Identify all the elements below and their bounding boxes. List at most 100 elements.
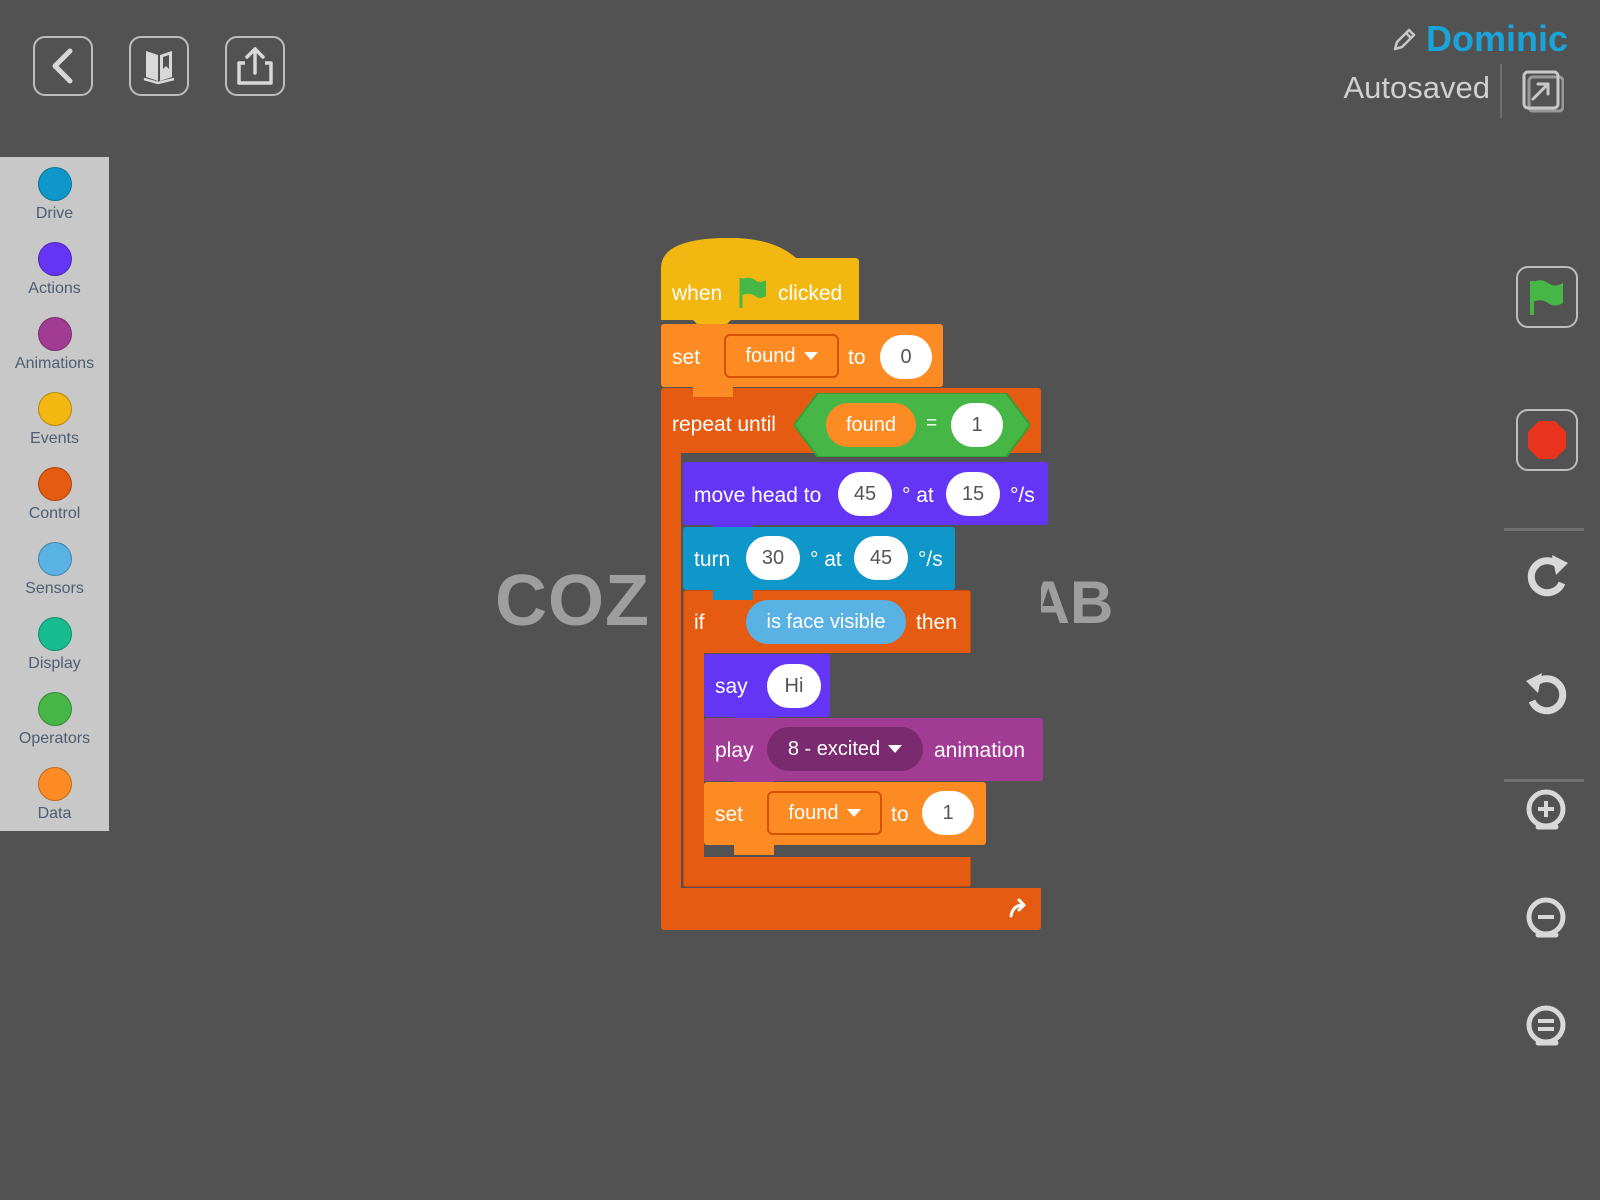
category-label: Operators <box>18 730 91 747</box>
undo-icon <box>1526 673 1567 715</box>
category-events[interactable]: Events <box>0 392 109 448</box>
category-dot <box>37 392 72 426</box>
repeat-value-input[interactable]: 1 <box>951 403 1003 447</box>
zoom-reset-icon <box>1526 1005 1566 1046</box>
deg-at-label: ° at <box>902 484 934 507</box>
category-label: Control <box>28 505 81 522</box>
found-variable-reporter[interactable]: found <box>826 403 916 447</box>
equals-label: = <box>926 413 938 434</box>
pencil-icon <box>1393 28 1416 51</box>
variable-dropdown[interactable]: found <box>767 791 882 835</box>
category-label: Data <box>37 805 72 822</box>
green-flag-button[interactable] <box>1516 266 1578 328</box>
autosave-status: Autosaved <box>1343 70 1491 105</box>
unit-label: °/s <box>1010 484 1035 507</box>
category-data[interactable]: Data <box>0 767 109 823</box>
face-visible-sensor[interactable]: is face visible <box>746 600 906 644</box>
undo-button[interactable] <box>1521 666 1573 718</box>
category-control[interactable]: Control <box>0 467 109 523</box>
share-icon <box>237 47 273 85</box>
animation-label: animation <box>934 739 1026 762</box>
variable-dropdown-value: found <box>788 801 839 824</box>
toolbar-divider <box>1504 779 1584 782</box>
turn-angle-input[interactable]: 30 <box>746 536 800 580</box>
block-notch <box>713 590 753 600</box>
expand-icon <box>1522 70 1565 113</box>
category-drive[interactable]: Drive <box>0 167 109 223</box>
block-palette: Drive Actions Animations Events Control … <box>0 157 109 831</box>
dropdown-arrow-icon <box>803 352 818 360</box>
back-button[interactable] <box>33 36 93 96</box>
block-notch <box>734 845 774 855</box>
say-text-input[interactable]: Hi <box>767 664 821 708</box>
turn-speed-input[interactable]: 45 <box>854 536 908 580</box>
set-label: set <box>715 803 744 826</box>
repeat-label: repeat until <box>672 413 776 436</box>
set-value-input[interactable]: 1 <box>922 791 974 835</box>
loop-arrow-icon <box>1009 898 1026 918</box>
to-label: to <box>891 803 909 826</box>
category-dot <box>37 317 72 351</box>
dropdown-arrow-icon <box>888 745 903 753</box>
deg-at-label: ° at <box>810 548 842 571</box>
stop-icon <box>1528 421 1566 459</box>
unit-label: °/s <box>918 548 943 571</box>
category-dot <box>37 692 72 726</box>
then-label: then <box>916 611 957 634</box>
zoom-out-icon <box>1526 897 1566 938</box>
animation-dropdown-value: 8 - excited <box>787 737 881 760</box>
category-sensors[interactable]: Sensors <box>0 542 109 598</box>
say-label: say <box>715 675 748 698</box>
expand-button[interactable] <box>1520 68 1565 116</box>
head-angle-input[interactable]: 45 <box>838 472 892 516</box>
category-dot <box>37 542 72 576</box>
when-label: when <box>672 282 723 305</box>
block-notch <box>693 387 733 397</box>
clicked-label: clicked <box>778 282 843 305</box>
redo-icon <box>1527 555 1568 597</box>
user-name-area[interactable]: Dominic <box>1390 18 1568 60</box>
category-label: Display <box>28 655 81 672</box>
header-divider <box>1500 64 1502 118</box>
green-flag-icon <box>1530 280 1563 315</box>
move-head-label: move head to <box>694 484 822 507</box>
category-dot <box>37 617 72 651</box>
library-button[interactable] <box>129 36 189 96</box>
user-name: Dominic <box>1425 18 1568 59</box>
turn-label: turn <box>694 548 731 571</box>
category-dot <box>37 467 72 501</box>
category-dot <box>37 767 72 801</box>
category-label: Events <box>30 430 79 447</box>
category-animations[interactable]: Animations <box>0 317 109 373</box>
play-label: play <box>715 739 754 762</box>
category-operators[interactable]: Operators <box>0 692 109 748</box>
toolbar-divider <box>1504 528 1584 531</box>
zoom-in-icon <box>1526 789 1566 830</box>
if-label: if <box>694 611 705 634</box>
zoom-out-button[interactable] <box>1521 894 1573 946</box>
category-dot <box>37 242 72 276</box>
variable-dropdown-value: found <box>745 344 796 367</box>
back-chevron-icon <box>52 48 73 84</box>
category-label: Drive <box>35 205 74 222</box>
category-label: Sensors <box>25 580 84 597</box>
animation-dropdown[interactable]: 8 - excited <box>767 727 923 771</box>
variable-dropdown[interactable]: found <box>724 334 839 378</box>
zoom-in-button[interactable] <box>1521 786 1573 838</box>
redo-button[interactable] <box>1521 548 1573 600</box>
category-label: Actions <box>28 280 81 297</box>
green-flag-icon <box>739 277 766 308</box>
share-button[interactable] <box>225 36 285 96</box>
category-actions[interactable]: Actions <box>0 242 109 298</box>
dropdown-arrow-icon <box>846 809 861 817</box>
head-speed-input[interactable]: 15 <box>946 472 1000 516</box>
set-value-input[interactable]: 0 <box>880 335 932 379</box>
to-label: to <box>848 346 866 369</box>
set-label: set <box>672 346 701 369</box>
stop-button[interactable] <box>1516 409 1578 471</box>
category-dot <box>37 167 72 201</box>
category-display[interactable]: Display <box>0 617 109 673</box>
category-label: Animations <box>14 355 95 372</box>
book-icon <box>143 51 175 85</box>
zoom-reset-button[interactable] <box>1521 1002 1573 1054</box>
